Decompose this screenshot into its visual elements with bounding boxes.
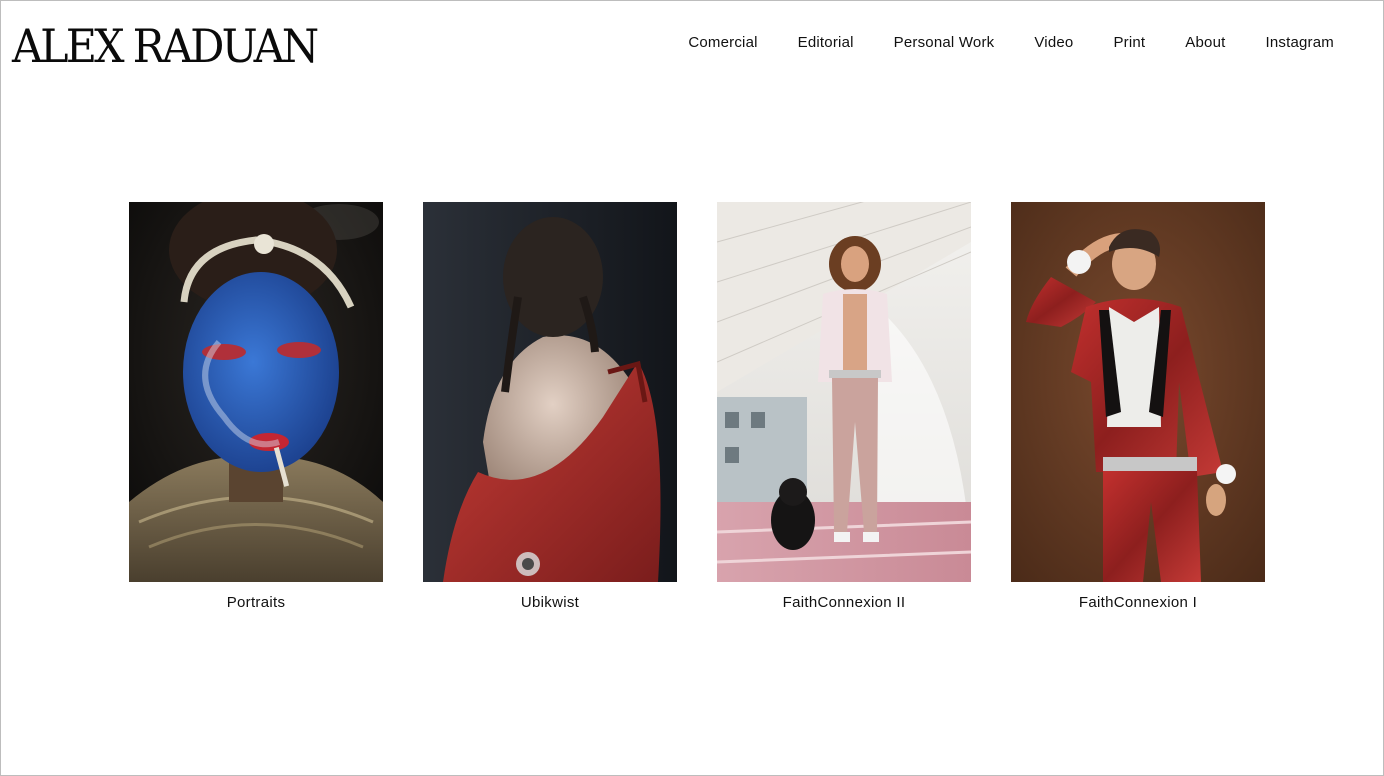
faithconnexion-i-image <box>1011 202 1265 582</box>
gallery-caption[interactable]: Ubikwist <box>423 593 677 613</box>
nav-link-video[interactable]: Video <box>1034 33 1073 53</box>
gallery-grid: Portraits Ubikwist FaithConnexion II Fai… <box>129 202 1265 613</box>
gallery-caption[interactable]: FaithConnexion II <box>717 593 971 613</box>
nav-item-instagram: Instagram <box>1266 33 1335 53</box>
gallery-thumbnail[interactable] <box>423 202 677 582</box>
nav-link-personal-work[interactable]: Personal Work <box>894 33 995 53</box>
gallery-thumbnail[interactable] <box>717 202 971 582</box>
gallery-thumbnail[interactable] <box>1011 202 1265 582</box>
nav-item-video: Video <box>1034 33 1073 53</box>
nav-link-comercial[interactable]: Comercial <box>688 33 757 53</box>
portrait-blue-face-image <box>129 202 383 582</box>
ubikwist-back-portrait-image <box>423 202 677 582</box>
site-logo[interactable]: ALEX RADUAN <box>12 20 319 72</box>
nav-item-print: Print <box>1113 33 1145 53</box>
nav-item-about: About <box>1185 33 1225 53</box>
gallery-caption[interactable]: Portraits <box>129 593 383 613</box>
gallery-card-portraits[interactable]: Portraits <box>129 202 383 613</box>
nav-link-about[interactable]: About <box>1185 33 1225 53</box>
gallery-thumbnail[interactable] <box>129 202 383 582</box>
gallery-card-faithconnexion-ii[interactable]: FaithConnexion II <box>717 202 971 613</box>
nav-item-personal-work: Personal Work <box>894 33 995 53</box>
nav-item-comercial: Comercial <box>688 33 757 53</box>
nav-link-print[interactable]: Print <box>1113 33 1145 53</box>
nav-item-editorial: Editorial <box>798 33 854 53</box>
gallery-card-ubikwist[interactable]: Ubikwist <box>423 202 677 613</box>
gallery-card-faithconnexion-i[interactable]: FaithConnexion I <box>1011 202 1265 613</box>
nav-link-editorial[interactable]: Editorial <box>798 33 854 53</box>
main-nav: Comercial Editorial Personal Work Video … <box>688 33 1334 53</box>
faithconnexion-ii-image <box>717 202 971 582</box>
nav-link-instagram[interactable]: Instagram <box>1266 33 1335 53</box>
gallery-caption[interactable]: FaithConnexion I <box>1011 593 1265 613</box>
